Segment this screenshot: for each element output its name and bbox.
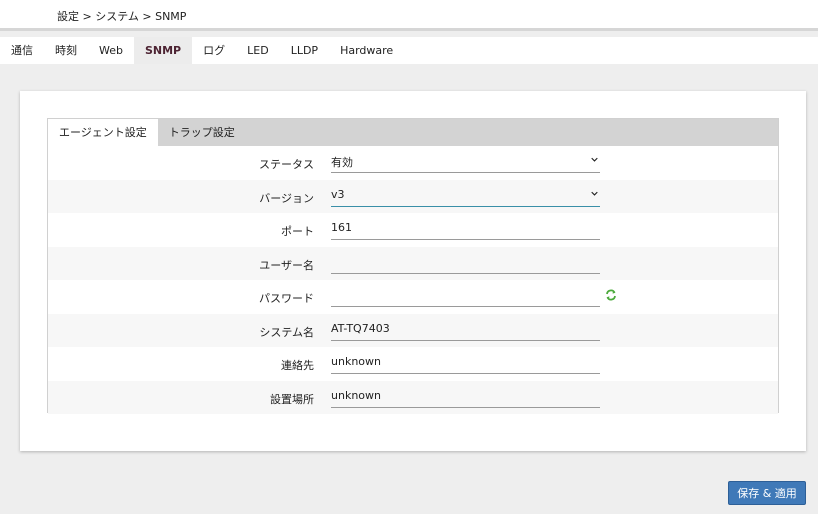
system-name-input[interactable]: AT-TQ7403 [331, 319, 600, 341]
chevron-down-icon [591, 191, 598, 196]
chevron-down-icon [591, 157, 598, 162]
tab-led[interactable]: LED [236, 37, 280, 64]
tab-log[interactable]: ログ [192, 37, 236, 64]
status-value: 有効 [331, 156, 353, 169]
location-label: 設置場所 [270, 392, 314, 406]
sub-tabs: エージェント設定 トラップ設定 [48, 119, 778, 146]
contact-label: 連絡先 [281, 359, 314, 372]
subtab-trap-settings[interactable]: トラップ設定 [158, 119, 246, 146]
main-tabs: 通信 時刻 Web SNMP ログ LED LLDP Hardware [0, 37, 818, 64]
username-input[interactable] [331, 252, 600, 274]
tab-hardware[interactable]: Hardware [329, 37, 404, 64]
tab-web[interactable]: Web [88, 37, 134, 64]
username-label: ユーザー名 [259, 258, 314, 272]
contact-input[interactable]: unknown [331, 352, 600, 374]
top-bar: 設定 > システム > SNMP [0, 0, 818, 31]
refresh-icon[interactable] [605, 289, 617, 301]
tab-snmp[interactable]: SNMP [133, 37, 193, 64]
system-name-label: システム名 [259, 325, 314, 339]
snmp-panel: エージェント設定 トラップ設定 ステータス 有効 バージョン v3 ポート 16… [47, 118, 779, 414]
status-select[interactable]: 有効 [331, 151, 600, 173]
breadcrumb: 設定 > システム > SNMP [57, 10, 187, 23]
row-location: 設置場所 unknown [48, 380, 778, 414]
row-username: ユーザー名 [48, 246, 778, 280]
tab-communication[interactable]: 通信 [0, 37, 44, 64]
row-system-name: システム名 AT-TQ7403 [48, 313, 778, 347]
row-contact: 連絡先 unknown [48, 347, 778, 381]
password-label: パスワード [259, 292, 314, 305]
tab-lldp[interactable]: LLDP [280, 37, 329, 64]
row-version: バージョン v3 [48, 179, 778, 213]
password-input[interactable] [331, 285, 600, 307]
version-label: バージョン [259, 191, 314, 205]
row-port: ポート 161 [48, 213, 778, 247]
settings-card: エージェント設定 トラップ設定 ステータス 有効 バージョン v3 ポート 16… [20, 91, 806, 451]
version-select[interactable]: v3 [331, 185, 600, 207]
row-status: ステータス 有効 [48, 146, 778, 180]
save-apply-button[interactable]: 保存 & 適用 [728, 481, 806, 505]
status-label: ステータス [259, 158, 314, 171]
version-value: v3 [331, 187, 345, 201]
port-label: ポート [281, 225, 314, 238]
row-password: パスワード [48, 280, 778, 314]
tab-time[interactable]: 時刻 [44, 37, 88, 64]
subtab-agent-settings[interactable]: エージェント設定 [48, 119, 158, 146]
location-input[interactable]: unknown [331, 386, 600, 408]
port-input[interactable]: 161 [331, 218, 600, 240]
